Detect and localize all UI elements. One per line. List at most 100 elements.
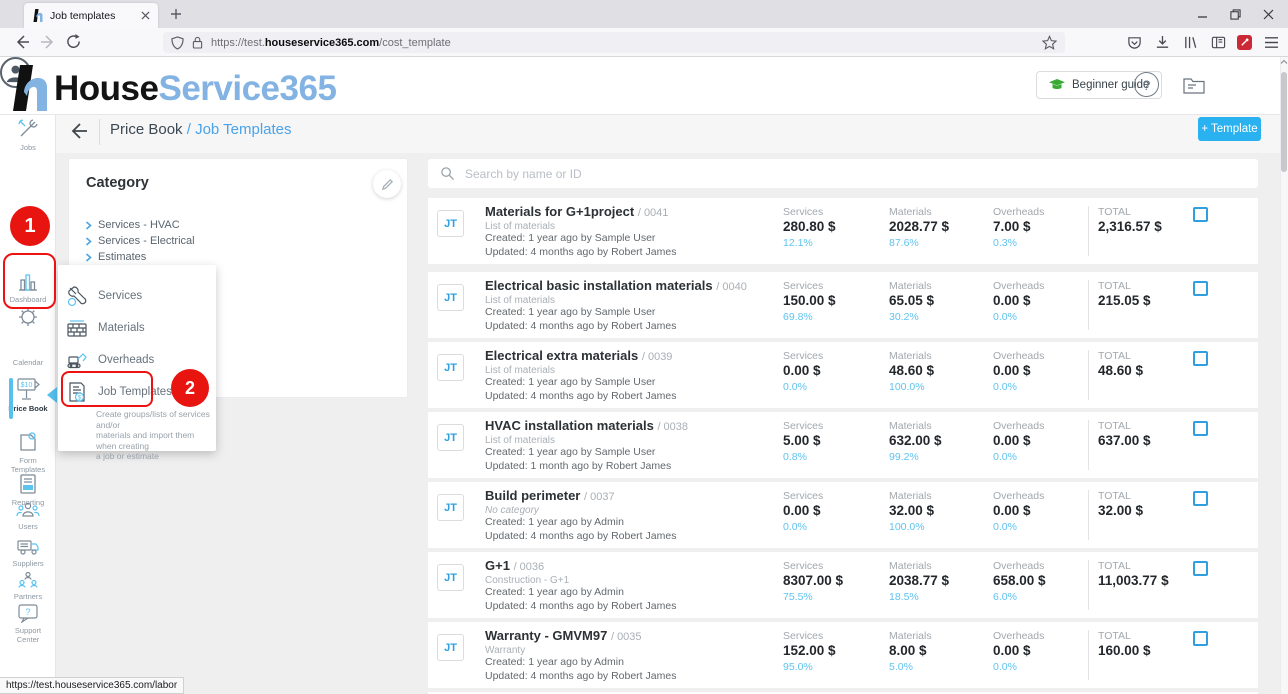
row-checkbox[interactable] xyxy=(1193,207,1208,222)
total-column: TOTAL 11,003.77 $ xyxy=(1098,552,1198,618)
annotation-step-2: 2 xyxy=(171,369,209,407)
row-created-text: Created: 1 year ago by Sample User xyxy=(485,232,655,244)
row-updated-text: Updated: 4 months ago by Robert James xyxy=(485,670,676,682)
materials-label: Materials xyxy=(889,206,932,218)
services-column: Services 5.00 $ 0.8% xyxy=(783,412,883,478)
sidebar-item-partners[interactable]: Partners xyxy=(0,571,56,601)
overheads-value: 0.00 $ xyxy=(993,503,1031,518)
breadcrumb-parent[interactable]: Price Book xyxy=(110,121,183,138)
row-checkbox[interactable] xyxy=(1193,421,1208,436)
window-close-icon[interactable] xyxy=(1263,9,1274,20)
edit-pencil-icon[interactable] xyxy=(373,170,401,198)
menu-item-services[interactable]: Services xyxy=(66,283,208,309)
pocket-icon[interactable] xyxy=(1125,33,1143,51)
materials-column: Materials 8.00 $ 5.0% xyxy=(889,622,989,688)
sidebar-item-users[interactable]: Users xyxy=(0,501,56,531)
sidebar-toggle-icon[interactable] xyxy=(1209,33,1227,51)
services-value: 5.00 $ xyxy=(783,433,821,448)
overheads-label: Overheads xyxy=(993,630,1044,642)
total-value: 637.00 $ xyxy=(1098,433,1151,448)
menu-item-materials[interactable]: Materials xyxy=(66,315,208,341)
row-checkbox[interactable] xyxy=(1193,281,1208,296)
support-bubble-icon: ? xyxy=(0,603,56,623)
overheads-value: 0.00 $ xyxy=(993,363,1031,378)
total-column: TOTAL 215.05 $ xyxy=(1098,272,1198,338)
row-title: Warranty - GMVM97 / 0035 xyxy=(485,628,642,643)
materials-percent: 18.5% xyxy=(889,591,919,603)
materials-column: Materials 32.00 $ 100.0% xyxy=(889,482,989,548)
tab-close-icon[interactable] xyxy=(141,11,150,20)
new-tab-button[interactable] xyxy=(168,6,184,22)
reload-icon[interactable] xyxy=(66,34,84,52)
column-divider xyxy=(1088,350,1089,400)
table-row[interactable]: JT HVAC installation materials / 0038 Li… xyxy=(428,412,1258,478)
overheads-label: Overheads xyxy=(993,560,1044,572)
materials-column: Materials 632.00 $ 99.2% xyxy=(889,412,989,478)
table-row[interactable]: JT Warranty - GMVM97 / 0035 Warranty Cre… xyxy=(428,622,1258,688)
materials-label: Materials xyxy=(889,490,932,502)
jt-badge: JT xyxy=(437,210,464,237)
browser-tab-strip: Job templates xyxy=(0,0,1288,28)
back-icon[interactable] xyxy=(14,34,32,52)
sidebar-item-form-templates[interactable]: Form Templates xyxy=(0,431,56,474)
table-row[interactable]: JT Materials for G+1project / 0041 List … xyxy=(428,198,1258,264)
category-tree-item[interactable]: Services - HVAC xyxy=(85,219,180,231)
window-restore-icon[interactable] xyxy=(1230,9,1241,20)
logo-h-icon xyxy=(10,65,50,111)
column-divider xyxy=(1088,630,1089,680)
overheads-value: 0.00 $ xyxy=(993,643,1031,658)
services-percent: 69.8% xyxy=(783,311,813,323)
app-logo[interactable]: HouseService365 xyxy=(10,65,336,111)
scroll-up-icon[interactable] xyxy=(1280,58,1288,68)
bookmark-star-icon[interactable] xyxy=(1042,35,1057,50)
browser-tab[interactable]: Job templates xyxy=(24,3,158,28)
documents-folder-icon[interactable] xyxy=(1180,71,1208,99)
search-input[interactable] xyxy=(465,167,1246,181)
downloads-icon[interactable] xyxy=(1153,33,1171,51)
materials-value: 48.60 $ xyxy=(889,363,934,378)
overheads-column: Overheads 7.00 $ 0.3% xyxy=(993,198,1093,264)
services-label: Services xyxy=(783,630,823,642)
sidebar-item-jobs[interactable]: Jobs xyxy=(0,118,56,152)
page-back-button[interactable] xyxy=(68,120,92,144)
services-value: 0.00 $ xyxy=(783,503,821,518)
row-checkbox[interactable] xyxy=(1193,561,1208,576)
table-row[interactable]: JT G+1 / 0036 Construction - G+1 Created… xyxy=(428,552,1258,618)
category-tree-item[interactable]: Services - Electrical xyxy=(85,235,195,247)
row-category-label: List of materials xyxy=(485,221,555,232)
category-title: Category xyxy=(86,175,149,191)
materials-label: Materials xyxy=(889,280,932,292)
extension-pen-icon[interactable] xyxy=(1237,35,1252,50)
shield-icon[interactable] xyxy=(171,36,184,50)
url-bar[interactable]: https://test.houseservice365.com/cost_te… xyxy=(163,32,1065,53)
sidebar-item-label: Suppliers xyxy=(0,559,56,568)
services-percent: 95.0% xyxy=(783,661,813,673)
table-row[interactable]: JT Electrical basic installation materia… xyxy=(428,272,1258,338)
total-label: TOTAL xyxy=(1098,280,1131,292)
annotation-step-1: 1 xyxy=(10,206,50,246)
sidebar-item-support-center[interactable]: ? Support Center xyxy=(0,603,56,644)
table-row[interactable]: JT Build perimeter / 0037 No category Cr… xyxy=(428,482,1258,548)
sidebar-item-calendar[interactable]: Calendar xyxy=(0,306,56,367)
help-icon[interactable]: ? xyxy=(1134,72,1159,97)
forward-icon[interactable] xyxy=(40,34,58,52)
menu-hamburger-icon[interactable] xyxy=(1262,33,1280,51)
window-minimize-icon[interactable] xyxy=(1197,9,1208,20)
services-value: 152.00 $ xyxy=(783,643,836,658)
add-template-button[interactable]: + Template xyxy=(1198,117,1261,141)
row-checkbox[interactable] xyxy=(1193,491,1208,506)
row-checkbox[interactable] xyxy=(1193,351,1208,366)
sidebar-item-suppliers[interactable]: Suppliers xyxy=(0,536,56,568)
category-tree-item[interactable]: Estimates xyxy=(85,251,146,263)
row-created-text: Created: 1 year ago by Sample User xyxy=(485,306,655,318)
menu-item-label: Services xyxy=(98,290,142,302)
row-code: / 0039 xyxy=(642,351,673,363)
row-text: Electrical extra materials / 0039 List o… xyxy=(485,342,775,408)
row-code: / 0041 xyxy=(638,207,669,219)
row-checkbox[interactable] xyxy=(1193,631,1208,646)
table-row[interactable]: JT Electrical extra materials / 0039 Lis… xyxy=(428,342,1258,408)
total-label: TOTAL xyxy=(1098,206,1131,218)
scrollbar-thumb[interactable] xyxy=(1281,72,1287,172)
library-icon[interactable] xyxy=(1181,33,1199,51)
lock-icon[interactable] xyxy=(192,36,203,49)
